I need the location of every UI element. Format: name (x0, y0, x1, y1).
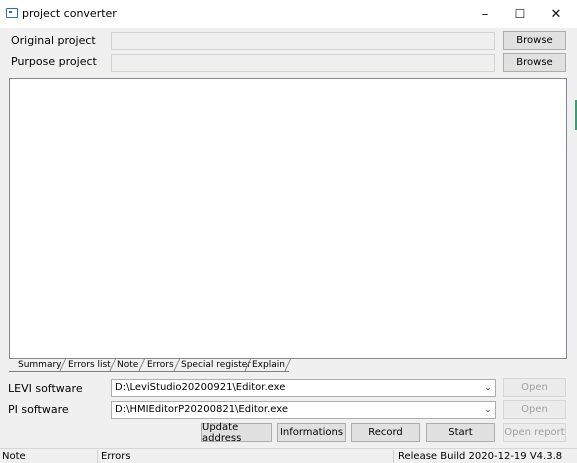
start-button[interactable]: Start (426, 423, 495, 442)
close-button[interactable]: ✕ (541, 4, 571, 24)
chevron-down-icon[interactable]: ⌄ (483, 383, 493, 393)
log-output-area[interactable] (9, 78, 567, 359)
informations-button[interactable]: Informations (277, 423, 346, 442)
tab-baseline (9, 371, 289, 372)
status-errors: Errors (101, 451, 131, 462)
browse-original-button[interactable]: Browse (503, 31, 566, 50)
browse-purpose-button[interactable]: Browse (503, 53, 566, 72)
pi-software-label: PI software (8, 403, 69, 416)
open-levi-button[interactable]: Open (503, 378, 566, 397)
original-project-label: Original project (11, 34, 96, 47)
maximize-button[interactable]: ☐ (505, 4, 535, 24)
status-build: Release Build 2020-12-19 V4.3.8 (398, 451, 563, 462)
window-title: project converter (22, 7, 117, 20)
pi-software-select[interactable]: D:\HMIEditorP20200821\Editor.exe (111, 401, 496, 419)
purpose-project-field[interactable] (111, 54, 495, 72)
purpose-project-label: Purpose project (11, 55, 97, 68)
minimize-button[interactable]: – (470, 4, 500, 24)
levi-software-value: D:\LeviStudio20200921\Editor.exe (115, 382, 286, 393)
title-bar: project converter – ☐ ✕ (0, 0, 577, 28)
record-button[interactable]: Record (351, 423, 420, 442)
update-address-button[interactable]: Update address (201, 422, 272, 444)
levi-software-label: LEVI software (8, 382, 83, 395)
open-pi-button[interactable]: Open (503, 400, 566, 419)
status-bar: Note Errors Release Build 2020-12-19 V4.… (0, 448, 577, 463)
chevron-down-icon[interactable]: ⌄ (483, 405, 493, 415)
pi-software-value: D:\HMIEditorP20200821\Editor.exe (115, 404, 289, 415)
app-window-icon (6, 8, 18, 18)
status-divider (393, 450, 394, 463)
open-report-button[interactable]: Open report (503, 423, 566, 442)
levi-software-select[interactable]: D:\LeviStudio20200921\Editor.exe (111, 379, 496, 397)
status-note: Note (2, 451, 26, 462)
original-project-field[interactable] (111, 32, 495, 50)
status-divider (97, 450, 98, 463)
